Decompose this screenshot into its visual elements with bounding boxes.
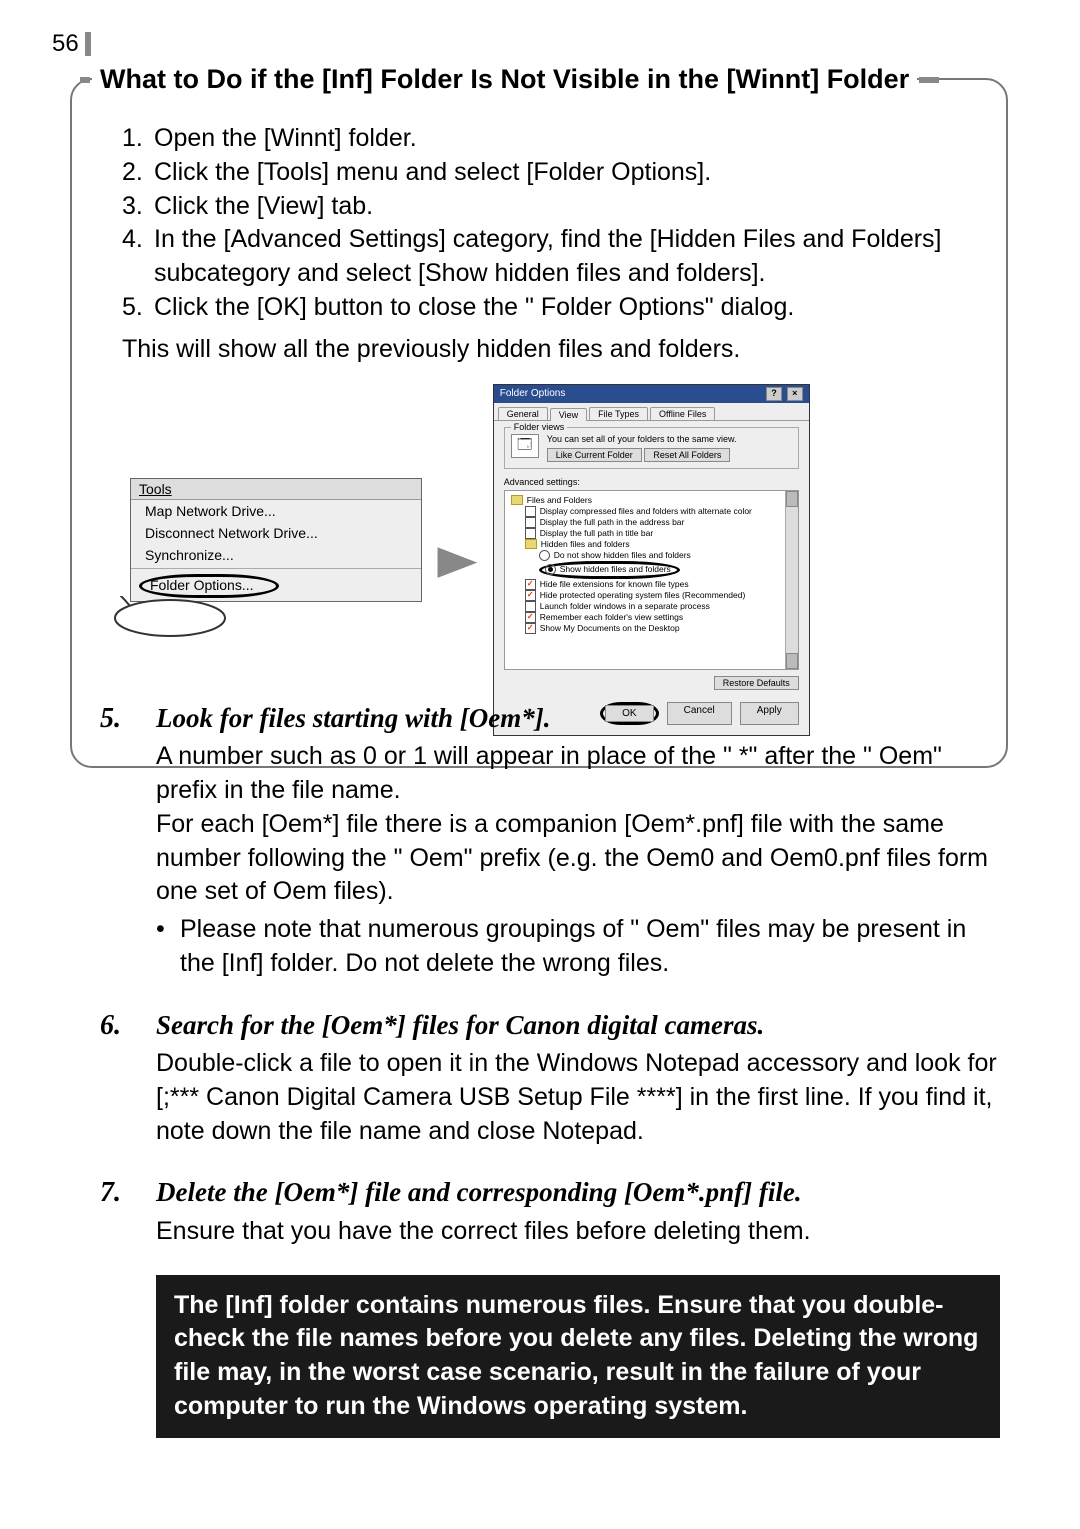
restore-defaults-button[interactable]: Restore Defaults bbox=[714, 676, 799, 690]
frame-step-4: In the [Advanced Settings] category, fin… bbox=[154, 223, 978, 291]
step5-heading: Look for files starting with [Oem*]. bbox=[156, 700, 1000, 736]
tree-c7[interactable]: Remember each folder's view settings bbox=[540, 612, 683, 623]
frame-step-2: Click the [Tools] menu and select [Folde… bbox=[154, 156, 978, 190]
step5-num: 5. bbox=[100, 700, 156, 981]
tree-show-hidden[interactable]: Show hidden files and folders bbox=[560, 564, 671, 575]
advanced-settings-label: Advanced settings: bbox=[504, 477, 799, 487]
frame-step-5: Click the [OK] button to close the " Fol… bbox=[154, 291, 978, 325]
folder-views-text: You can set all of your folders to the s… bbox=[547, 434, 792, 444]
dialog-help-button[interactable]: ? bbox=[766, 387, 782, 401]
frame-steps: 1.Open the [Winnt] folder. 2.Click the [… bbox=[122, 122, 978, 325]
dialog-title: Folder Options bbox=[500, 388, 566, 399]
step6-num: 6. bbox=[100, 1007, 156, 1149]
tree-c2[interactable]: Display the full path in the address bar bbox=[540, 517, 685, 528]
dialog-close-button[interactable]: × bbox=[787, 387, 803, 401]
arrow-icon: ▶ bbox=[437, 537, 477, 583]
like-current-folder-button[interactable]: Like Current Folder bbox=[547, 448, 642, 462]
tab-file-types[interactable]: File Types bbox=[589, 407, 648, 420]
menu-synchronize[interactable]: Synchronize... bbox=[131, 544, 421, 566]
folder-views-icon: 🗔 bbox=[511, 434, 539, 458]
step5-b1: Please note that numerous groupings of "… bbox=[180, 913, 1000, 981]
tools-menu: Tools Map Network Drive... Disconnect Ne… bbox=[130, 478, 422, 602]
step7-num: 7. bbox=[100, 1174, 156, 1248]
frame-title: What to Do if the [Inf] Folder Is Not Vi… bbox=[92, 64, 917, 95]
reset-all-folders-button[interactable]: Reset All Folders bbox=[644, 448, 730, 462]
scrollbar[interactable] bbox=[785, 491, 798, 669]
warning-box: The [Inf] folder contains numerous files… bbox=[156, 1275, 1000, 1438]
tree-c8[interactable]: Show My Documents on the Desktop bbox=[540, 623, 680, 634]
advanced-settings-tree[interactable]: Files and Folders Display compressed fil… bbox=[504, 490, 799, 670]
menu-disconnect-drive[interactable]: Disconnect Network Drive... bbox=[131, 522, 421, 544]
tree-c4[interactable]: Hide file extensions for known file type… bbox=[540, 579, 689, 590]
tree-c3[interactable]: Display the full path in title bar bbox=[540, 528, 653, 539]
tree-c5[interactable]: Hide protected operating system files (R… bbox=[540, 590, 746, 601]
menu-map-drive[interactable]: Map Network Drive... bbox=[131, 500, 421, 522]
tree-c1[interactable]: Display compressed files and folders wit… bbox=[540, 506, 752, 517]
folder-views-label: Folder views bbox=[511, 422, 568, 432]
tree-c6[interactable]: Launch folder windows in a separate proc… bbox=[540, 601, 710, 612]
tree-do-not-show[interactable]: Do not show hidden files and folders bbox=[554, 550, 691, 561]
tools-menu-title[interactable]: Tools bbox=[131, 479, 421, 500]
body-steps: 5. Look for files starting with [Oem*]. … bbox=[100, 700, 1000, 1438]
page-number-bar bbox=[85, 32, 91, 56]
info-frame: What to Do if the [Inf] Folder Is Not Vi… bbox=[70, 78, 1008, 768]
folder-options-dialog: Folder Options ? × General View File Typ… bbox=[493, 384, 810, 736]
tree-hidden-files: Hidden files and folders bbox=[541, 539, 630, 550]
step7-heading: Delete the [Oem*] file and corresponding… bbox=[156, 1174, 1000, 1210]
step6-heading: Search for the [Oem*] files for Canon di… bbox=[156, 1007, 1000, 1043]
step6-p1: Double-click a file to open it in the Wi… bbox=[156, 1047, 1000, 1148]
page-number-area: 56 bbox=[52, 30, 91, 58]
tab-offline-files[interactable]: Offline Files bbox=[650, 407, 715, 420]
page-number: 56 bbox=[52, 30, 79, 58]
step5-p1: A number such as 0 or 1 will appear in p… bbox=[156, 740, 1000, 808]
frame-closing: This will show all the previously hidden… bbox=[122, 335, 978, 364]
frame-title-text: What to Do if the [Inf] Folder Is Not Vi… bbox=[100, 64, 909, 94]
step5-p2: For each [Oem*] file there is a companio… bbox=[156, 808, 1000, 909]
frame-step-3: Click the [View] tab. bbox=[154, 190, 978, 224]
frame-step-1: Open the [Winnt] folder. bbox=[154, 122, 978, 156]
tree-root: Files and Folders bbox=[527, 495, 592, 506]
step7-p1: Ensure that you have the correct files b… bbox=[156, 1215, 1000, 1249]
tab-view[interactable]: View bbox=[550, 408, 587, 421]
tab-general[interactable]: General bbox=[498, 407, 548, 420]
callout-bubble bbox=[130, 602, 240, 642]
